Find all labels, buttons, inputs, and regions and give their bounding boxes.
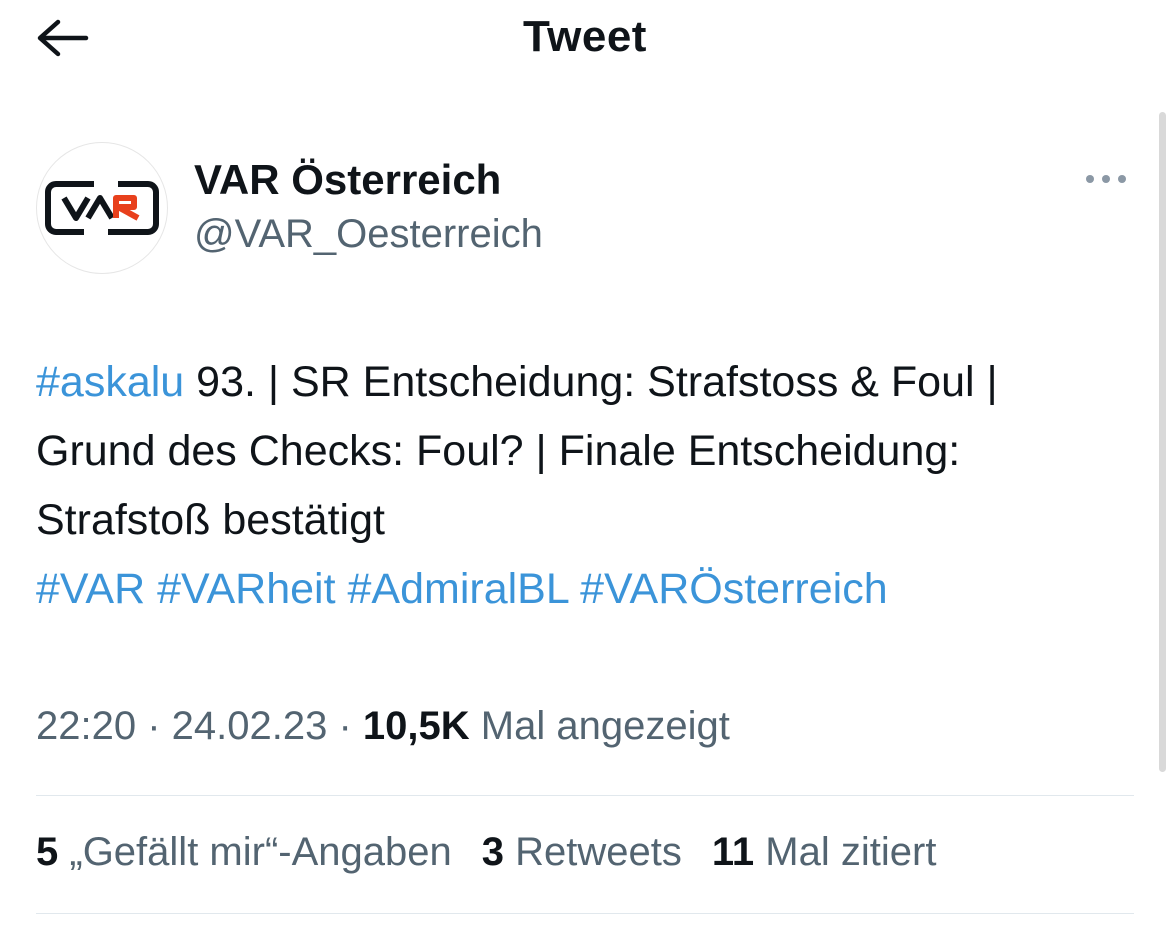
retweets-stat[interactable]: 3 Retweets xyxy=(482,830,682,875)
view-count-label[interactable]: Mal angezeigt xyxy=(481,704,730,748)
hashtag-link[interactable]: #VAR xyxy=(36,565,145,613)
likes-stat[interactable]: 5 „Gefällt mir“-Angaben xyxy=(36,830,452,875)
engagement-stats: 5 „Gefällt mir“-Angaben 3 Retweets 11 Ma… xyxy=(36,830,966,875)
scrollbar[interactable] xyxy=(1159,112,1166,772)
tweet-meta: 22:20 · 24.02.23 · 10,5K Mal angezeigt xyxy=(36,704,730,749)
page-title: Tweet xyxy=(523,12,647,61)
hashtag-link[interactable]: #AdmiralBL xyxy=(348,565,569,613)
top-bar: Tweet xyxy=(0,0,1170,80)
likes-count: 5 xyxy=(36,830,59,874)
divider xyxy=(36,795,1134,796)
likes-label: „Gefällt mir“-Angaben xyxy=(69,830,452,874)
meta-separator: · xyxy=(327,704,363,748)
quotes-label: Mal zitiert xyxy=(765,830,937,874)
quotes-count: 11 xyxy=(711,830,755,874)
var-logo-icon xyxy=(45,180,159,236)
divider xyxy=(36,913,1134,914)
more-horizontal-icon xyxy=(1084,172,1128,190)
meta-separator: · xyxy=(136,704,172,748)
view-count: 10,5K xyxy=(362,704,470,748)
author-display-name[interactable]: VAR Österreich xyxy=(194,156,501,204)
hashtag-link[interactable]: #askalu xyxy=(36,358,184,406)
tweet-time[interactable]: 22:20 xyxy=(36,704,136,748)
quotes-stat[interactable]: 11 Mal zitiert xyxy=(712,830,937,875)
tweet-text: #askalu 93. | SR Entscheidung: Strafstos… xyxy=(36,348,1126,624)
avatar[interactable] xyxy=(36,142,168,274)
author-handle[interactable]: @VAR_Oesterreich xyxy=(194,212,543,257)
retweets-count: 3 xyxy=(481,830,504,874)
hashtag-link[interactable]: #VARheit xyxy=(157,565,335,613)
tweet-date[interactable]: 24.02.23 xyxy=(172,704,328,748)
hashtag-link[interactable]: #VARÖsterreich xyxy=(580,565,887,613)
retweets-label: Retweets xyxy=(515,830,682,874)
more-options-button[interactable] xyxy=(1080,164,1132,198)
